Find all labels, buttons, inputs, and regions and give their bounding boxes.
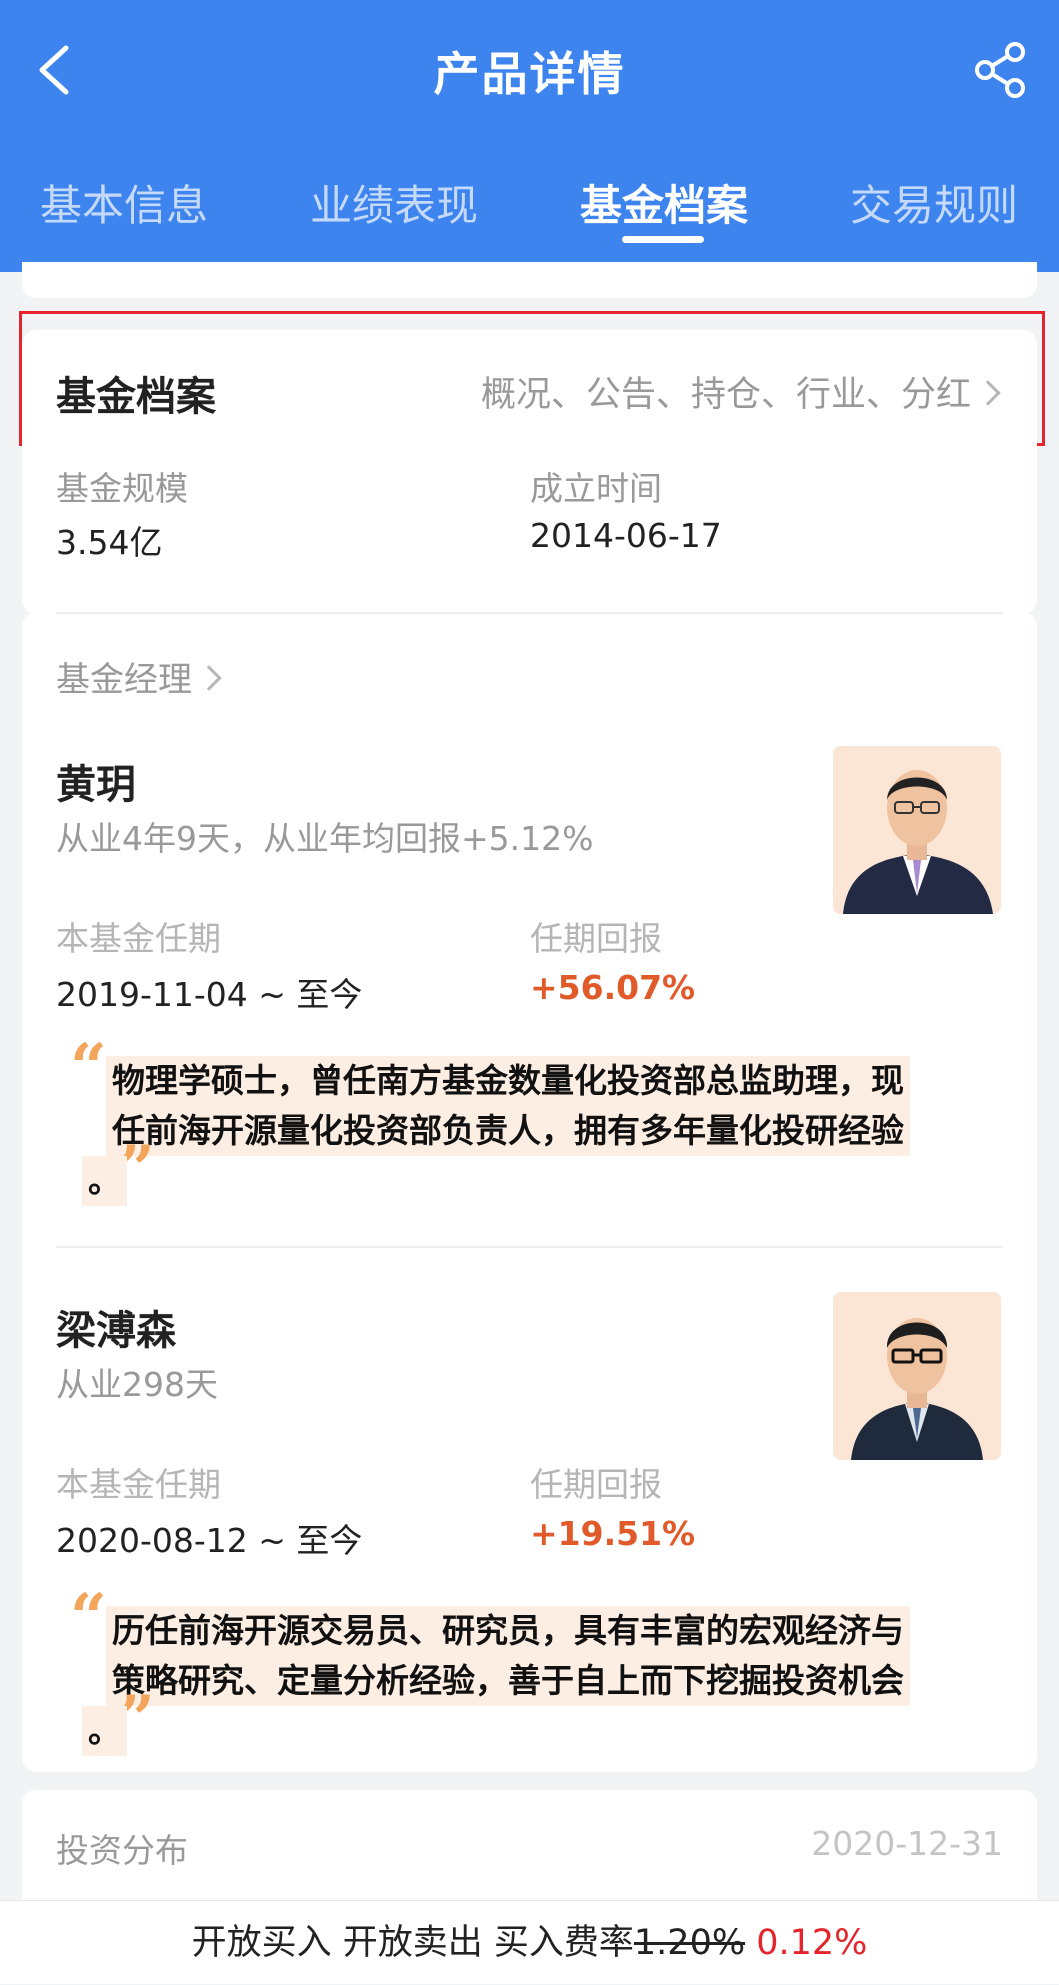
manager-name[interactable]: 梁溥森 — [56, 1298, 176, 1356]
manager-bio: “ 历任前海开源交易员、研究员，具有丰富的宏观经济与 策略研究、定量分析经验，善… — [56, 1586, 986, 1770]
share-icon[interactable] — [971, 40, 1031, 100]
app-header: 产品详情 基本信息 业绩表现 基金档案 交易规则 — [0, 0, 1059, 272]
active-tab-indicator — [622, 236, 704, 243]
tab-performance[interactable]: 业绩表现 — [310, 172, 478, 233]
open-quote-icon: “ — [70, 1030, 107, 1105]
tenure-value: 2020-08-12 ~ 至今 — [56, 1521, 363, 1560]
manager-avatar[interactable] — [833, 1292, 1001, 1460]
page-title: 产品详情 — [433, 47, 626, 101]
return-label: 任期回报 — [530, 1465, 662, 1504]
founded-label: 成立时间 — [530, 469, 662, 508]
bio-line: 任前海开源量化投资部负责人，拥有多年量化投研经验 — [106, 1106, 910, 1156]
fund-scale-value: 3.54亿 — [56, 523, 163, 562]
investment-distribution-date: 2020-12-31 — [811, 1824, 1003, 1863]
open-quote-icon: “ — [70, 1580, 107, 1655]
investment-distribution-label: 投资分布 — [56, 1831, 188, 1870]
buy-status: 开放买入 — [191, 1923, 332, 1963]
tenure-label: 本基金任期 — [56, 1465, 221, 1504]
return-label: 任期回报 — [530, 919, 662, 958]
manager-bio: “ 物理学硕士，曾任南方基金数量化投资部总监助理，现 任前海开源量化投资部负责人… — [56, 1036, 986, 1220]
divider — [56, 1246, 1003, 1248]
tab-bar: 基本信息 业绩表现 基金档案 交易规则 — [0, 172, 1059, 232]
fee-old: 1.20% — [633, 1923, 746, 1963]
previous-card-bottom — [22, 262, 1037, 298]
return-value: +56.07% — [530, 968, 696, 1007]
fund-managers-link[interactable]: 基金经理 — [56, 652, 222, 701]
manager-experience: 从业298天 — [56, 1365, 218, 1404]
tab-fund-archive[interactable]: 基金档案 — [580, 172, 748, 233]
fund-managers-card: 基金经理 黄玥 从业4年9天，从业年均回报+5.12% 本基金任期 2019-1… — [22, 612, 1037, 1772]
fund-managers-label: 基金经理 — [56, 660, 192, 700]
fund-scale-label: 基金规模 — [56, 469, 188, 508]
founded-value: 2014-06-17 — [530, 516, 722, 555]
tenure-value: 2019-11-04 ~ 至今 — [56, 975, 363, 1014]
chevron-right-icon — [196, 665, 222, 691]
manager-experience: 从业4年9天，从业年均回报+5.12% — [56, 819, 594, 858]
manager-avatar[interactable] — [833, 746, 1001, 914]
purchase-footer[interactable]: 开放买入 开放卖出 买入费率1.20% 0.12% — [0, 1900, 1059, 1984]
fee-label: 买入费率 — [493, 1923, 634, 1963]
return-value: +19.51% — [530, 1514, 696, 1553]
divider — [56, 612, 1003, 614]
fee-new: 0.12% — [756, 1923, 868, 1963]
highlight-box — [19, 311, 1045, 446]
bio-line: 。 — [82, 1156, 127, 1206]
manager-name[interactable]: 黄玥 — [56, 752, 136, 810]
investment-distribution-card[interactable]: 投资分布 2020-12-31 — [22, 1790, 1037, 1910]
bio-line: 物理学硕士，曾任南方基金数量化投资部总监助理，现 — [106, 1056, 910, 1106]
bio-line: 策略研究、定量分析经验，善于自上而下挖掘投资机会 — [106, 1656, 910, 1706]
tenure-label: 本基金任期 — [56, 919, 221, 958]
fund-info-card: 基金规模 3.54亿 成立时间 2014-06-17 — [22, 442, 1037, 614]
sell-status: 开放卖出 — [342, 1923, 483, 1963]
tab-trade-rules[interactable]: 交易规则 — [850, 172, 1018, 233]
bio-line: 历任前海开源交易员、研究员，具有丰富的宏观经济与 — [106, 1606, 910, 1656]
tab-basic-info[interactable]: 基本信息 — [40, 172, 208, 233]
bio-line: 。 — [82, 1706, 127, 1756]
